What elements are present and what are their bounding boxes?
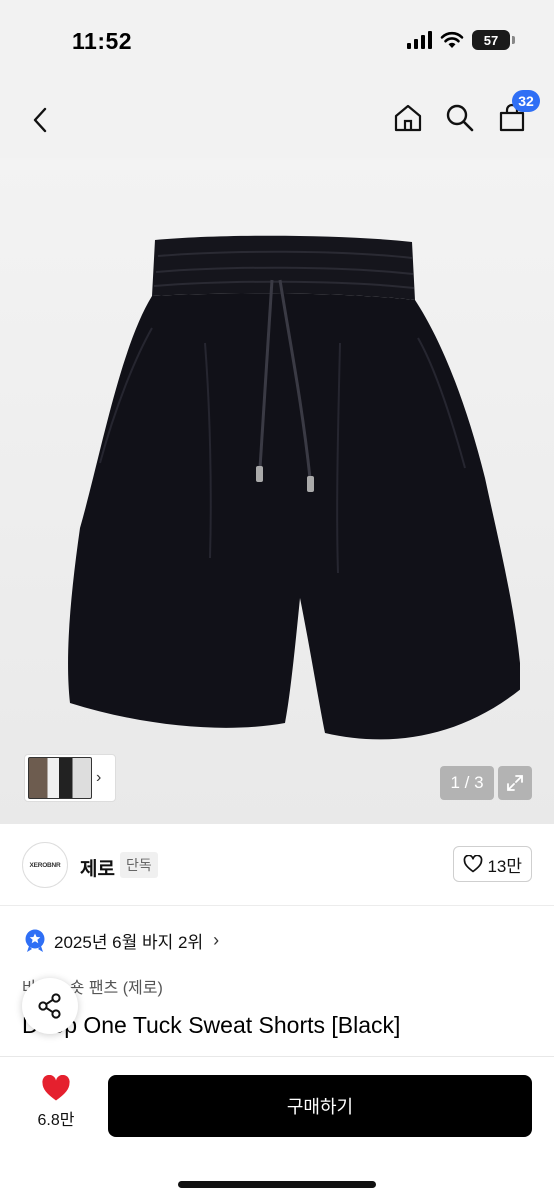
expand-button[interactable] <box>498 766 532 800</box>
heart-outline-icon <box>464 855 483 873</box>
brand-logo[interactable]: XEROBNR <box>22 842 68 888</box>
image-counter: 1 / 3 <box>440 766 494 800</box>
wish-count: 6.8만 <box>37 1112 75 1129</box>
status-indicators: 57 <box>407 30 515 50</box>
wish-button[interactable]: 6.8만 <box>24 1075 88 1130</box>
brand-row: XEROBNR 제로 단독 13만 <box>0 824 554 906</box>
home-indicator <box>178 1181 376 1188</box>
nav-actions: 32 <box>392 90 540 136</box>
bottom-action-bar: 6.8만 구매하기 <box>0 1056 554 1200</box>
chevron-right-icon: › <box>213 930 220 950</box>
chevron-right-icon[interactable]: › <box>96 769 101 787</box>
battery-level: 57 <box>483 32 499 48</box>
search-icon <box>446 104 474 132</box>
buy-button[interactable]: 구매하기 <box>108 1075 532 1137</box>
expand-icon <box>507 775 523 791</box>
home-icon <box>394 104 422 132</box>
nav-bar: 32 <box>0 80 554 158</box>
status-bar: 11:52 57 <box>0 0 554 80</box>
heart-filled-icon <box>42 1075 70 1101</box>
home-button[interactable] <box>392 100 424 136</box>
brand-like-count: 13만 <box>487 856 522 876</box>
cart-button[interactable]: 32 <box>496 90 540 136</box>
ranking-link[interactable]: 2025년 6월 바지 2위 › <box>24 928 219 953</box>
brand-like-button[interactable]: 13만 <box>453 846 532 882</box>
status-time: 11:52 <box>72 28 133 54</box>
share-button[interactable] <box>22 978 78 1034</box>
search-button[interactable] <box>444 100 476 136</box>
cart-count-badge: 32 <box>512 90 540 112</box>
ranking-text: 2025년 6월 바지 2위 <box>54 933 204 952</box>
product-image-gallery[interactable]: › 1 / 3 <box>0 158 554 824</box>
wifi-icon <box>440 31 464 48</box>
back-button[interactable] <box>22 102 58 138</box>
chevron-left-icon <box>33 107 47 133</box>
ranking-badge-icon <box>25 929 45 952</box>
battery-icon: 57 <box>472 30 515 50</box>
share-icon <box>38 993 61 1019</box>
thumbnail-strip[interactable]: › <box>24 754 116 802</box>
product-title: Deep One Tuck Sweat Shorts [Black] <box>22 1012 401 1038</box>
product-image <box>68 235 520 740</box>
brand-name[interactable]: 제로 <box>80 854 115 881</box>
exclusive-tag: 단독 <box>120 852 158 878</box>
signal-icon <box>407 31 432 49</box>
thumbnail-image[interactable] <box>28 757 92 799</box>
